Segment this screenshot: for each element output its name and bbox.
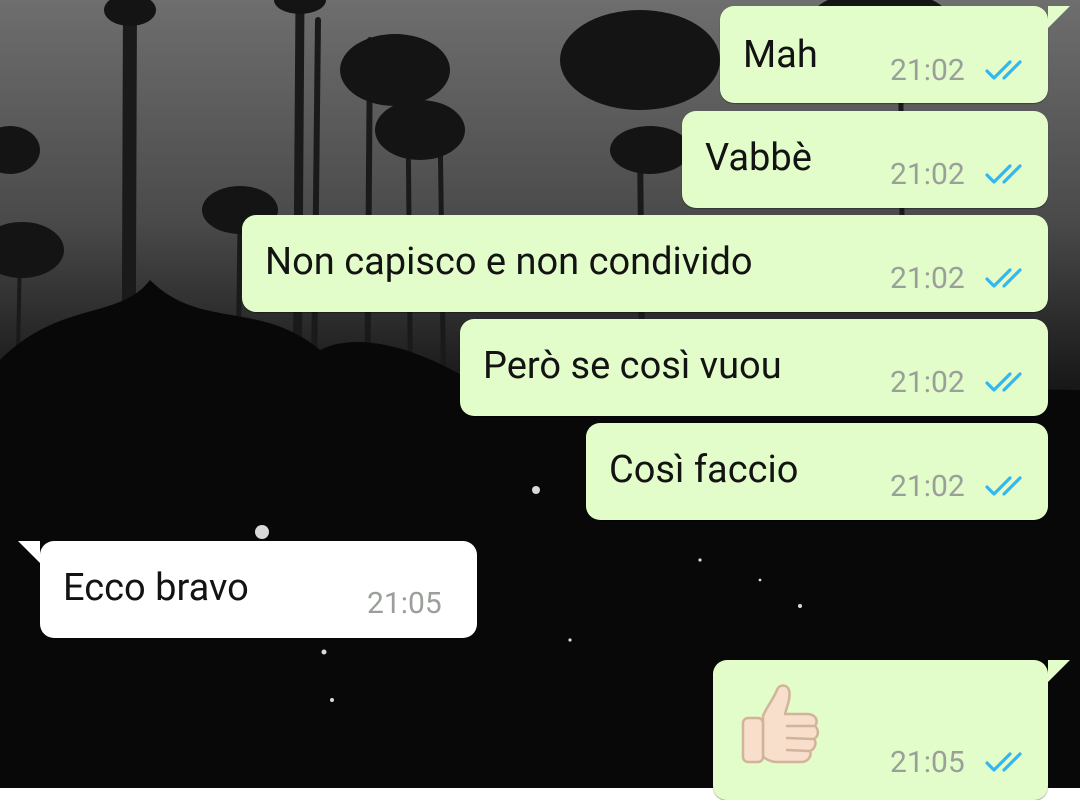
bubble-tail (1048, 660, 1070, 682)
double-check-icon (985, 268, 1022, 288)
message-timestamp: 21:02 (890, 261, 965, 296)
message-timestamp: 21:05 (890, 745, 965, 780)
bubble-tail (1048, 6, 1070, 28)
message-bubble-outgoing[interactable]: 21:05 (713, 660, 1070, 800)
message-bubble-outgoing[interactable]: Non capisco e non condivido 21:02 (242, 215, 1048, 312)
thumbs-up-icon (741, 684, 820, 764)
message-text: Vabbè (705, 136, 812, 180)
message-timestamp: 21:05 (367, 586, 442, 621)
double-check-icon (985, 60, 1022, 80)
message-bubble-outgoing[interactable]: Così faccio 21:02 (586, 423, 1048, 520)
double-check-icon (985, 372, 1022, 392)
double-check-icon (985, 752, 1022, 772)
message-text: Però se così vuou (483, 344, 782, 388)
message-bubble-outgoing[interactable]: Vabbè 21:02 (682, 111, 1048, 208)
message-timestamp: 21:02 (890, 157, 965, 192)
double-check-icon (985, 164, 1022, 184)
message-bubble-incoming[interactable]: Ecco bravo 21:05 (18, 541, 477, 638)
message-timestamp: 21:02 (890, 365, 965, 400)
message-text: Mah (743, 33, 818, 77)
message-text: Così faccio (609, 448, 799, 492)
message-bubble-outgoing[interactable]: Però se così vuou 21:02 (460, 319, 1048, 416)
message-text: Non capisco e non condivido (265, 240, 753, 284)
message-text: Ecco bravo (63, 566, 249, 610)
message-bubble-outgoing[interactable]: Mah 21:02 (720, 6, 1070, 103)
message-timestamp: 21:02 (890, 469, 965, 504)
double-check-icon (985, 476, 1022, 496)
message-timestamp: 21:02 (890, 53, 965, 88)
bubble-tail (18, 541, 40, 563)
